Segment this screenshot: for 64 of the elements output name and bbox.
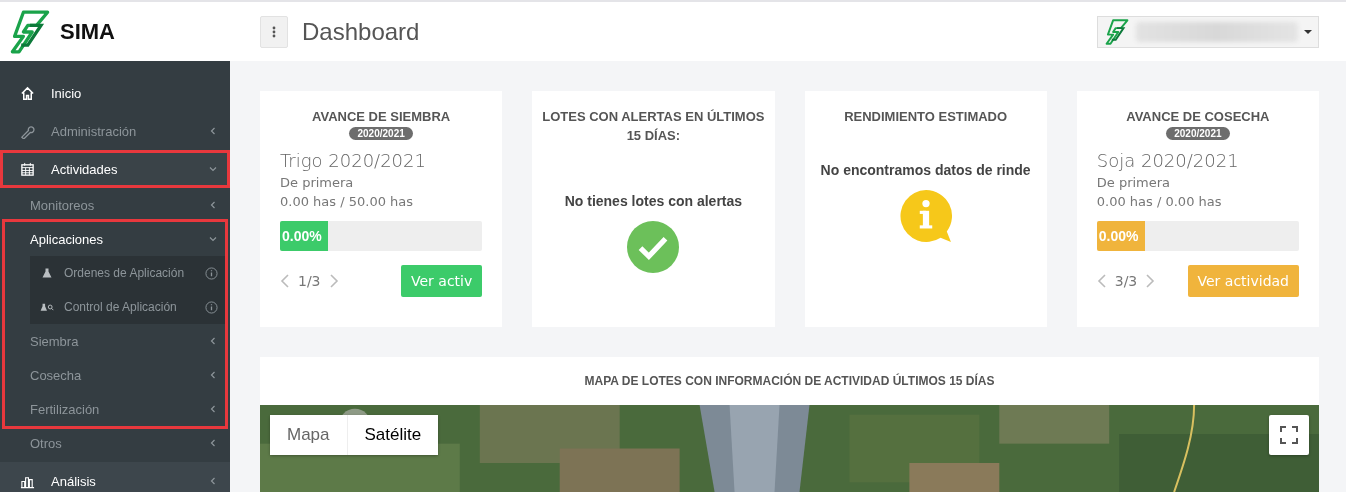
fullscreen-icon xyxy=(1280,426,1298,444)
chevron-right-icon[interactable] xyxy=(1145,273,1156,289)
info-bubble-icon xyxy=(899,190,952,242)
flask-search-icon xyxy=(40,301,54,313)
card-subtitle: De primera xyxy=(280,175,355,190)
info-icon xyxy=(205,300,218,314)
area-text: 0.00 has / 0.00 has xyxy=(1096,194,1223,209)
chevron-left-icon xyxy=(208,200,218,210)
kebab-icon xyxy=(272,25,276,38)
caret-icon xyxy=(1304,28,1312,35)
fullscreen-button[interactable] xyxy=(1269,415,1309,455)
status-message: No tienes lotes con alertas xyxy=(564,193,743,209)
map-title: MAPA DE LOTES CON INFORMACIÓN DE ACTIVIDAD ÚLTIMOS 15 DÍAS xyxy=(583,372,996,390)
season-badge: 2020/2021 xyxy=(1166,127,1230,140)
page-title: Dashboard xyxy=(302,17,421,46)
chevron-left-icon[interactable] xyxy=(280,273,290,289)
sidebar-subitem[interactable]: Cosecha xyxy=(5,358,225,392)
chevron-left-icon xyxy=(208,404,218,414)
chevron-left-icon xyxy=(208,370,218,380)
progress-fill: 0.00% xyxy=(280,221,328,251)
chevron-down-icon xyxy=(208,234,218,244)
sidebar-item[interactable]: Actividades xyxy=(0,150,230,188)
chevron-left-icon xyxy=(208,438,218,448)
crop-name: Soja 2020/2021 xyxy=(1096,150,1240,171)
sidebar-subitem[interactable]: Siembra xyxy=(5,324,225,358)
brand-name: SIMA xyxy=(60,18,115,45)
card-title: LOTES CON ALERTAS EN ÚLTIMOS 15 DÍAS: xyxy=(541,108,766,145)
sidebar-link[interactable]: Ordenes de Aplicación xyxy=(30,256,225,290)
menu-button[interactable] xyxy=(260,15,288,48)
flask-icon xyxy=(40,267,54,279)
sidebar-subitem[interactable]: Aplicaciones xyxy=(5,222,225,256)
calendar-icon xyxy=(20,161,35,177)
season-badge: 2020/2021 xyxy=(349,127,413,140)
card-title: RENDIMIENTO ESTIMADO xyxy=(844,108,1008,126)
sidebar-item[interactable]: Análisis xyxy=(0,462,230,492)
logo-icon xyxy=(8,9,52,54)
chevron-left-icon xyxy=(208,476,218,486)
map-type-tab[interactable]: Mapa xyxy=(270,415,347,455)
area-text: 0.00 has / 50.00 has xyxy=(280,194,415,209)
page-indicator: 3/3 xyxy=(1114,273,1138,289)
card-title: AVANCE DE COSECHA xyxy=(1126,108,1270,126)
card-subtitle: De primera xyxy=(1096,175,1172,190)
chevron-left-icon xyxy=(208,126,218,136)
chevron-right-icon[interactable] xyxy=(328,273,339,289)
map-type-tab[interactable]: Satélite xyxy=(346,415,439,455)
sidebar-subitem[interactable]: Monitoreos xyxy=(0,188,230,222)
chevron-left-icon[interactable] xyxy=(1096,273,1107,289)
sidebar-subitem[interactable]: Otros xyxy=(0,426,230,460)
logo-icon xyxy=(1104,18,1130,45)
chevron-down-icon xyxy=(208,164,218,174)
status-message: No encontramos datos de rinde xyxy=(820,162,1031,178)
sidebar-link[interactable]: Control de Aplicación xyxy=(30,290,225,324)
wrench-icon xyxy=(20,123,35,139)
chevron-left-icon xyxy=(208,336,218,346)
page-indicator: 1/3 xyxy=(298,273,321,289)
card-title: AVANCE DE SIEMBRA xyxy=(312,108,451,126)
info-icon xyxy=(205,266,218,280)
home-icon xyxy=(20,85,35,101)
check-circle-icon xyxy=(627,221,680,273)
user-menu[interactable] xyxy=(1097,15,1319,48)
crop-name: Trigo 2020/2021 xyxy=(280,150,427,171)
sidebar-item[interactable]: Inicio xyxy=(0,74,230,112)
sidebar-subitem[interactable]: Fertilización xyxy=(5,392,225,426)
progress-fill: 0.00% xyxy=(1096,221,1145,251)
